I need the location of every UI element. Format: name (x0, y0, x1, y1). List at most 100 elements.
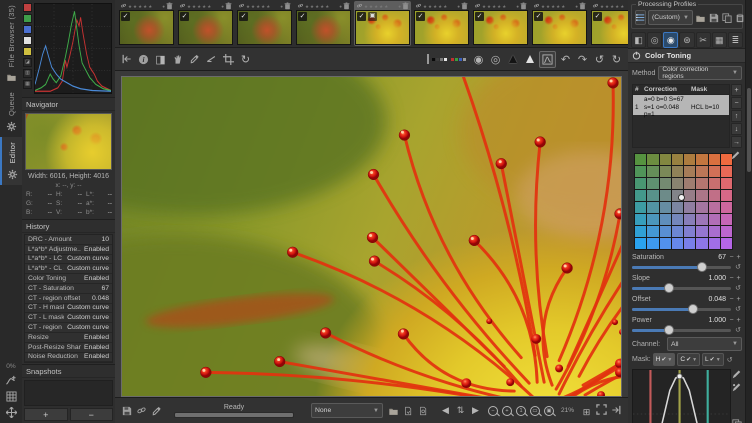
ab-grid-cell[interactable] (721, 166, 732, 177)
trash-icon[interactable] (284, 2, 291, 10)
ab-grid-cell[interactable] (635, 154, 646, 165)
slider-knob[interactable] (664, 283, 674, 293)
undo-button[interactable]: ↶ (558, 52, 573, 67)
ab-grid-cell[interactable] (696, 214, 707, 225)
star-icon[interactable]: ★ (251, 4, 255, 9)
star-icon[interactable]: ★ (615, 4, 619, 9)
star-icon[interactable]: ★ (423, 4, 427, 9)
star-icon[interactable]: ★ (384, 4, 388, 9)
ab-grid-cell[interactable] (660, 214, 671, 225)
ab-grid-cell[interactable] (709, 202, 720, 213)
ab-grid-cell[interactable] (684, 154, 695, 165)
ab-grid-cell[interactable] (647, 226, 658, 237)
star-icon[interactable]: ★ (433, 4, 437, 9)
slider-reset-button[interactable]: ↺ (734, 263, 742, 271)
color-label-icon[interactable]: ● (221, 4, 224, 9)
move-region-up-button[interactable]: ↑ (731, 110, 742, 122)
ab-grid-cell[interactable] (684, 238, 695, 249)
filmstrip-thumbnail[interactable]: ★★★★★●✓ (295, 1, 352, 46)
zoom-fit-button[interactable]: ▭ (528, 404, 542, 418)
history-row[interactable]: ResizeEnabled (25, 333, 112, 343)
chain-icon[interactable] (120, 3, 127, 9)
hand-tool-button[interactable] (170, 52, 185, 67)
star-icon[interactable]: ★ (133, 4, 137, 9)
histogram-profile-button[interactable] (539, 51, 556, 68)
ab-color-grid[interactable] (634, 153, 733, 250)
ab-grid-cell[interactable] (684, 166, 695, 177)
star-icon[interactable]: ★ (364, 4, 368, 9)
color-label-icon[interactable]: ● (280, 4, 283, 9)
slider-reset-button[interactable]: ↺ (734, 305, 742, 313)
output-profile-select[interactable]: None ▼ (311, 403, 383, 418)
grid-edit-icon[interactable] (731, 151, 741, 161)
rotate-button[interactable]: ↻ (238, 52, 253, 67)
add-region-button[interactable]: + (731, 84, 742, 96)
trash-icon[interactable] (520, 2, 527, 10)
chain-icon[interactable] (179, 3, 186, 9)
star-icon[interactable]: ★ (315, 4, 319, 9)
slider-decrement-button[interactable]: − (728, 317, 735, 325)
star-icon[interactable]: ★ (620, 4, 624, 9)
filmstrip-thumbnail[interactable]: ★★★★★●✓ (236, 1, 293, 46)
ab-grid-cell[interactable] (709, 178, 720, 189)
chain-icon[interactable] (533, 3, 540, 9)
ab-grid-cell[interactable] (635, 202, 646, 213)
ab-grid-cell[interactable] (721, 178, 732, 189)
star-icon[interactable]: ★ (325, 4, 329, 9)
thumbnail-image[interactable]: ✓ (119, 10, 174, 45)
method-select[interactable]: Color correction regions ▼ (658, 66, 742, 80)
ab-grid-cell[interactable] (709, 166, 720, 177)
slider-increment-button[interactable]: + (735, 317, 742, 325)
history-row[interactable]: Color ToningEnabled (25, 274, 112, 284)
slider-track[interactable] (632, 308, 731, 311)
star-icon[interactable]: ★ (143, 4, 147, 9)
history-row[interactable]: Post-Resize Sharp...Enabled (25, 343, 112, 353)
history-row[interactable]: CT - Saturation67 (25, 284, 112, 294)
ab-grid-cell[interactable] (696, 166, 707, 177)
ab-grid-cell[interactable] (660, 226, 671, 237)
ab-grid-cell[interactable] (647, 190, 658, 201)
ab-grid-cell[interactable] (660, 178, 671, 189)
move-icon[interactable] (6, 407, 17, 418)
star-icon[interactable]: ★ (138, 4, 142, 9)
star-icon[interactable]: ★ (605, 4, 609, 9)
trash-icon[interactable] (402, 2, 409, 10)
add-snapshot-button[interactable]: + (24, 408, 68, 421)
copy-curve-button[interactable] (732, 419, 742, 423)
ab-grid-cell[interactable] (672, 166, 683, 177)
slider-increment-button[interactable]: + (735, 296, 742, 304)
scrollbar-thumb[interactable] (747, 88, 751, 172)
histogram-bar-toggle[interactable]: ▦ (23, 80, 32, 89)
paste-profile-button[interactable] (735, 13, 745, 23)
tab-editor[interactable]: Editor (0, 137, 22, 184)
sharpening-mask-button[interactable]: ◎ (488, 52, 503, 67)
chain-icon[interactable] (297, 3, 304, 9)
ab-grid-cell[interactable] (684, 202, 695, 213)
filmstrip-thumbnail[interactable]: ★★★★★●✓ (177, 1, 234, 46)
ab-grid-cell[interactable] (660, 190, 671, 201)
channel-select[interactable]: All ▼ (667, 337, 742, 351)
history-row[interactable]: DRC - Amount10 (25, 235, 112, 245)
star-icon[interactable]: ★ (187, 4, 191, 9)
slider-knob[interactable] (688, 304, 698, 314)
remove-snapshot-button[interactable]: − (70, 408, 114, 421)
star-icon[interactable]: ★ (497, 4, 501, 9)
collapse-right-panel-button[interactable] (609, 402, 624, 417)
ab-grid-cell[interactable] (672, 202, 683, 213)
ab-grid-cell[interactable] (647, 214, 658, 225)
white-balance-picker-button[interactable] (187, 52, 202, 67)
ab-grid-cell[interactable] (660, 154, 671, 165)
history-row[interactable]: L*a*b* Adjustme...Enabled (25, 245, 112, 255)
star-icon[interactable]: ★ (561, 4, 565, 9)
star-icon[interactable]: ★ (246, 4, 250, 9)
color-label-icon[interactable]: ● (162, 4, 165, 9)
star-icon[interactable]: ★ (551, 4, 555, 9)
color-label-icon[interactable]: ● (339, 4, 342, 9)
sync-filebrowser-button[interactable]: ⇅ (453, 403, 468, 418)
slider-reset-button[interactable]: ↺ (734, 284, 742, 292)
trash-icon[interactable] (343, 2, 350, 10)
chain-icon[interactable] (356, 3, 363, 9)
ab-grid-cell[interactable] (721, 190, 732, 201)
zoom-out-button[interactable]: − (486, 404, 500, 418)
ab-grid-cell[interactable] (672, 178, 683, 189)
